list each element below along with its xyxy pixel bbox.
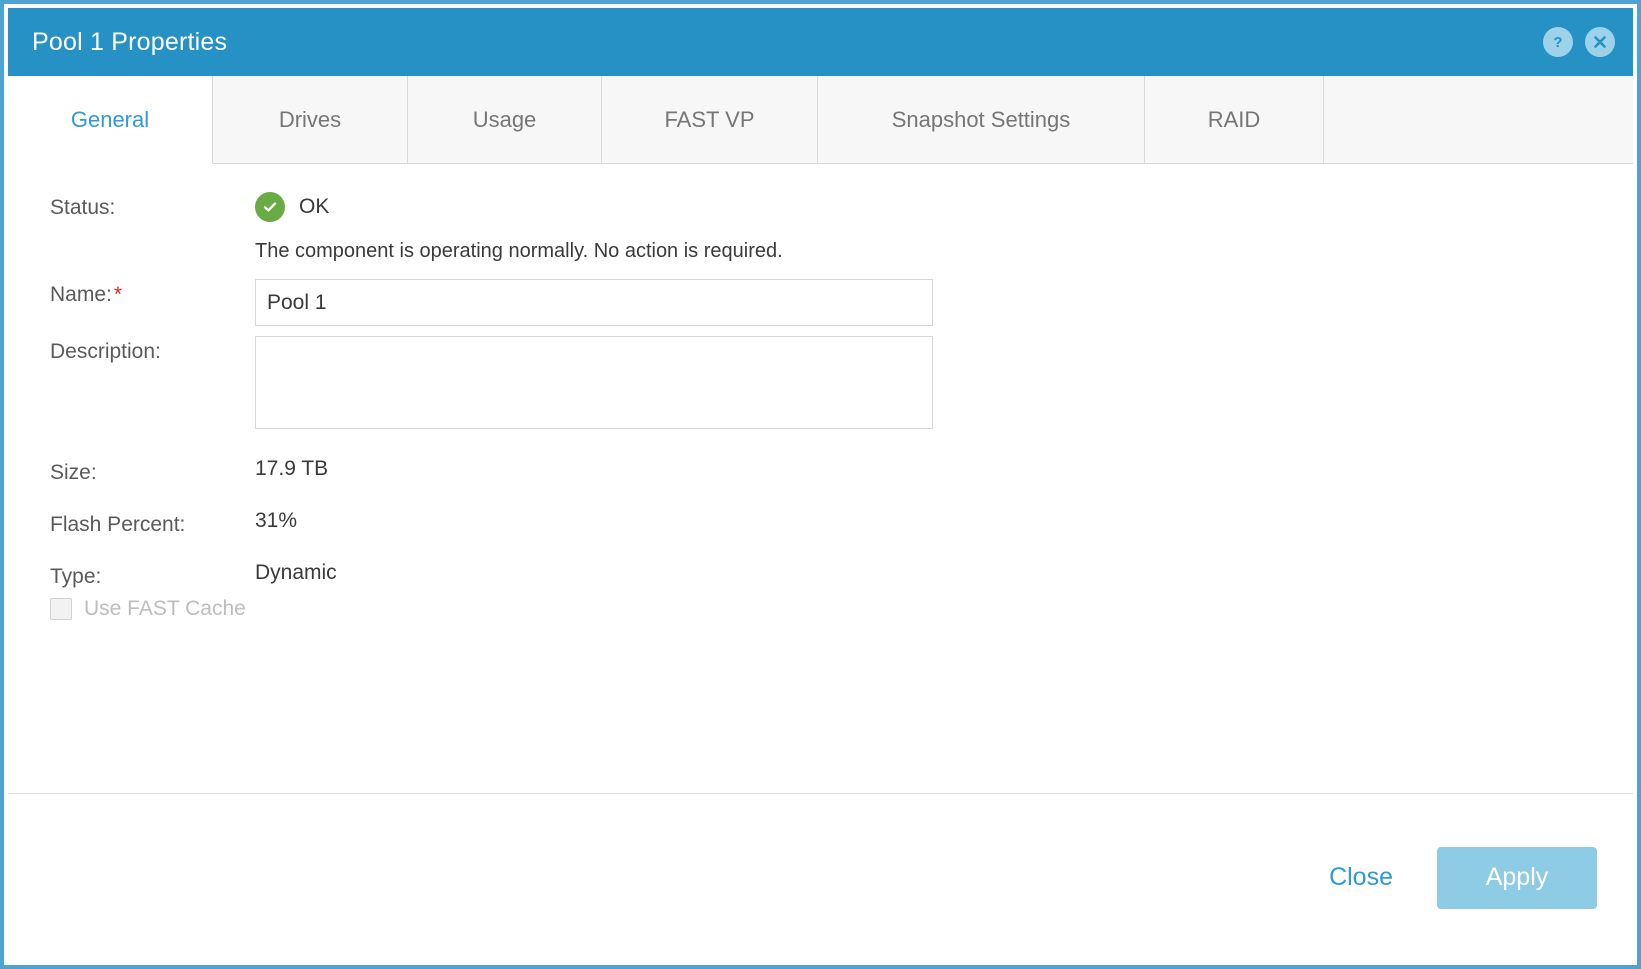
name-row: Name:* [8,279,1633,326]
tab-usage[interactable]: Usage [408,76,602,163]
apply-button[interactable]: Apply [1437,846,1597,909]
dialog-inner: Pool 1 Properties ? General Drives Usage… [8,8,1633,961]
tab-usage-label: Usage [472,106,537,132]
dialog-footer: Close Apply [8,793,1633,961]
tab-drives-label: Drives [278,106,342,132]
tab-snapshot-settings-label: Snapshot Settings [891,106,1071,132]
tab-snapshot-settings[interactable]: Snapshot Settings [818,76,1145,163]
name-input[interactable] [255,279,933,326]
status-description: The component is operating normally. No … [255,240,783,262]
check-circle-icon [255,192,285,222]
size-row: Size: 17.9 TB [8,457,1633,485]
close-button[interactable]: Close [1325,857,1397,898]
tab-general-label: General [70,106,150,132]
use-fast-cache-row: Use FAST Cache [8,597,1633,621]
type-value: Dynamic [255,561,337,584]
dialog-title: Pool 1 Properties [32,27,228,56]
svg-text:?: ? [1553,34,1562,51]
status-value: OK [299,195,330,218]
type-row: Type: Dynamic [8,561,1633,589]
tab-bar-filler [1324,76,1633,163]
use-fast-cache-checkbox [50,598,72,620]
flash-percent-label: Flash Percent: [50,513,186,536]
status-label: Status: [50,196,116,219]
tab-bar: General Drives Usage FAST VP Snapshot Se… [8,76,1633,164]
size-value: 17.9 TB [255,457,329,480]
tab-fast-vp-label: FAST VP [664,106,755,132]
close-circle-icon[interactable] [1585,27,1615,57]
pool-properties-dialog: Pool 1 Properties ? General Drives Usage… [0,0,1641,969]
use-fast-cache-label: Use FAST Cache [84,597,246,620]
help-circle-icon[interactable]: ? [1543,27,1573,57]
tab-general[interactable]: General [8,76,213,164]
titlebar-actions: ? [1543,27,1615,57]
size-label: Size: [50,461,97,484]
status-row: Status: OK [8,192,1633,222]
flash-percent-row: Flash Percent: 31% [8,509,1633,537]
flash-percent-value: 31% [255,509,298,532]
description-row: Description: [8,336,1633,429]
dialog-titlebar: Pool 1 Properties ? [8,8,1633,76]
name-label: Name:* [50,279,255,307]
description-textarea[interactable] [255,336,933,429]
tab-raid-label: RAID [1207,106,1261,132]
type-label: Type: [50,565,102,588]
status-badge: OK [255,192,329,222]
tab-raid[interactable]: RAID [1145,76,1324,163]
tab-fast-vp[interactable]: FAST VP [602,76,818,163]
tab-drives[interactable]: Drives [213,76,408,163]
required-marker: * [113,283,123,306]
name-label-text: Name: [50,283,112,306]
general-tab-panel: Status: OK The component is operating no… [8,164,1633,793]
description-label: Description: [50,340,161,363]
